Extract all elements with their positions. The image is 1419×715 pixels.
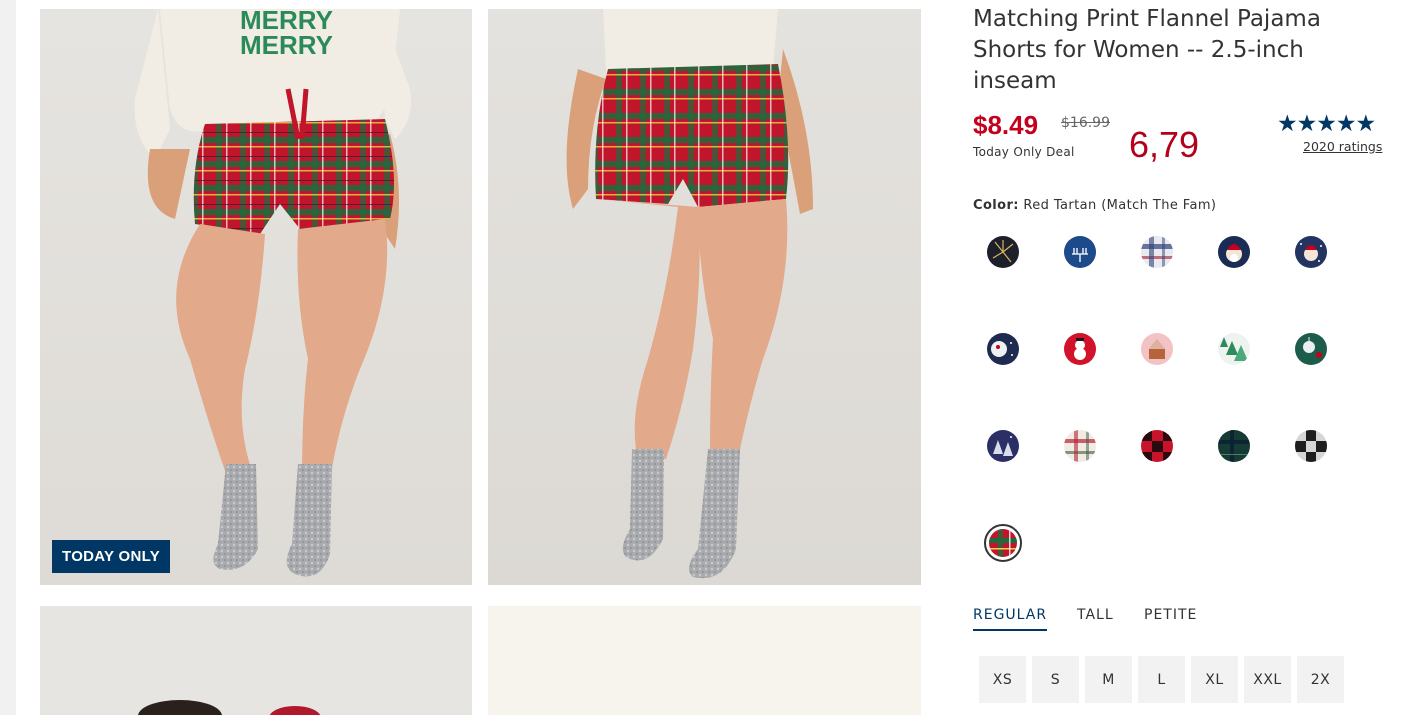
size-xl-button[interactable]: XL bbox=[1191, 656, 1238, 703]
swatch-santa-navy[interactable] bbox=[1218, 236, 1250, 268]
product-image-family bbox=[138, 700, 321, 715]
product-photo-family[interactable] bbox=[40, 606, 472, 715]
tab-regular[interactable]: REGULAR bbox=[973, 607, 1048, 631]
original-price: $16.99 bbox=[1061, 115, 1110, 131]
selected-swatch-fill bbox=[989, 529, 1017, 557]
color-selection: Color: Red Tartan (Match The Fam) bbox=[973, 198, 1216, 213]
ratings-link[interactable]: 2020 ratings bbox=[1303, 139, 1382, 154]
alternate-price: 6,79 bbox=[1129, 124, 1200, 165]
swatch-snowman-red[interactable] bbox=[1064, 333, 1096, 365]
product-title: Matching Print Flannel Pajama Shorts for… bbox=[973, 6, 1321, 94]
swatch-buffalo-gray[interactable] bbox=[1295, 430, 1327, 462]
sale-price: $8.49 bbox=[973, 110, 1039, 140]
swatch-red-tartan-selected[interactable] bbox=[984, 524, 1022, 562]
product-image-back bbox=[566, 9, 813, 579]
rating-stars-icon: ★★★★★ bbox=[1277, 110, 1376, 136]
swatch-santa-moon-navy[interactable] bbox=[987, 333, 1019, 365]
swatch-trees-navy[interactable] bbox=[987, 430, 1019, 462]
swatch-buffalo-red[interactable] bbox=[1141, 430, 1173, 462]
deal-label: Today Only Deal bbox=[973, 145, 1075, 159]
size-2x-button[interactable]: 2X bbox=[1297, 656, 1344, 703]
swatch-gingerbread-pink[interactable] bbox=[1141, 333, 1173, 365]
swatch-ornaments-green[interactable] bbox=[1295, 333, 1327, 365]
swatch-plaid-cream[interactable] bbox=[1064, 430, 1096, 462]
size-xxl-button[interactable]: XXL bbox=[1244, 656, 1291, 703]
swatch-plaid-blue-white[interactable] bbox=[1141, 236, 1173, 268]
product-image-front: MERRY MERRY bbox=[134, 9, 411, 577]
tab-tall[interactable]: TALL bbox=[1077, 607, 1114, 629]
size-s-button[interactable]: S bbox=[1032, 656, 1079, 703]
swatch-trees-white[interactable] bbox=[1218, 333, 1250, 365]
product-photo-detail[interactable] bbox=[488, 606, 921, 715]
product-photo-front[interactable]: MERRY MERRY TODAY ONLY bbox=[40, 9, 472, 585]
swatch-santa-snow-navy[interactable] bbox=[1295, 236, 1327, 268]
today-only-badge: TODAY ONLY bbox=[52, 540, 171, 573]
product-photo-back[interactable] bbox=[488, 9, 921, 585]
swatch-plaid-green[interactable] bbox=[1218, 430, 1250, 462]
tab-petite[interactable]: PETITE bbox=[1144, 607, 1197, 629]
svg-text:MERRY: MERRY bbox=[240, 30, 333, 60]
size-m-button[interactable]: M bbox=[1085, 656, 1132, 703]
size-xs-button[interactable]: XS bbox=[979, 656, 1026, 703]
color-value: Red Tartan (Match The Fam) bbox=[1023, 198, 1217, 213]
color-label: Color: bbox=[973, 198, 1019, 213]
swatch-fireworks-navy[interactable] bbox=[987, 236, 1019, 268]
product-page: MERRY MERRY TODAY ONLY Matching Print Fl… bbox=[16, 0, 1419, 715]
size-l-button[interactable]: L bbox=[1138, 656, 1185, 703]
swatch-menorah-blue[interactable] bbox=[1064, 236, 1096, 268]
